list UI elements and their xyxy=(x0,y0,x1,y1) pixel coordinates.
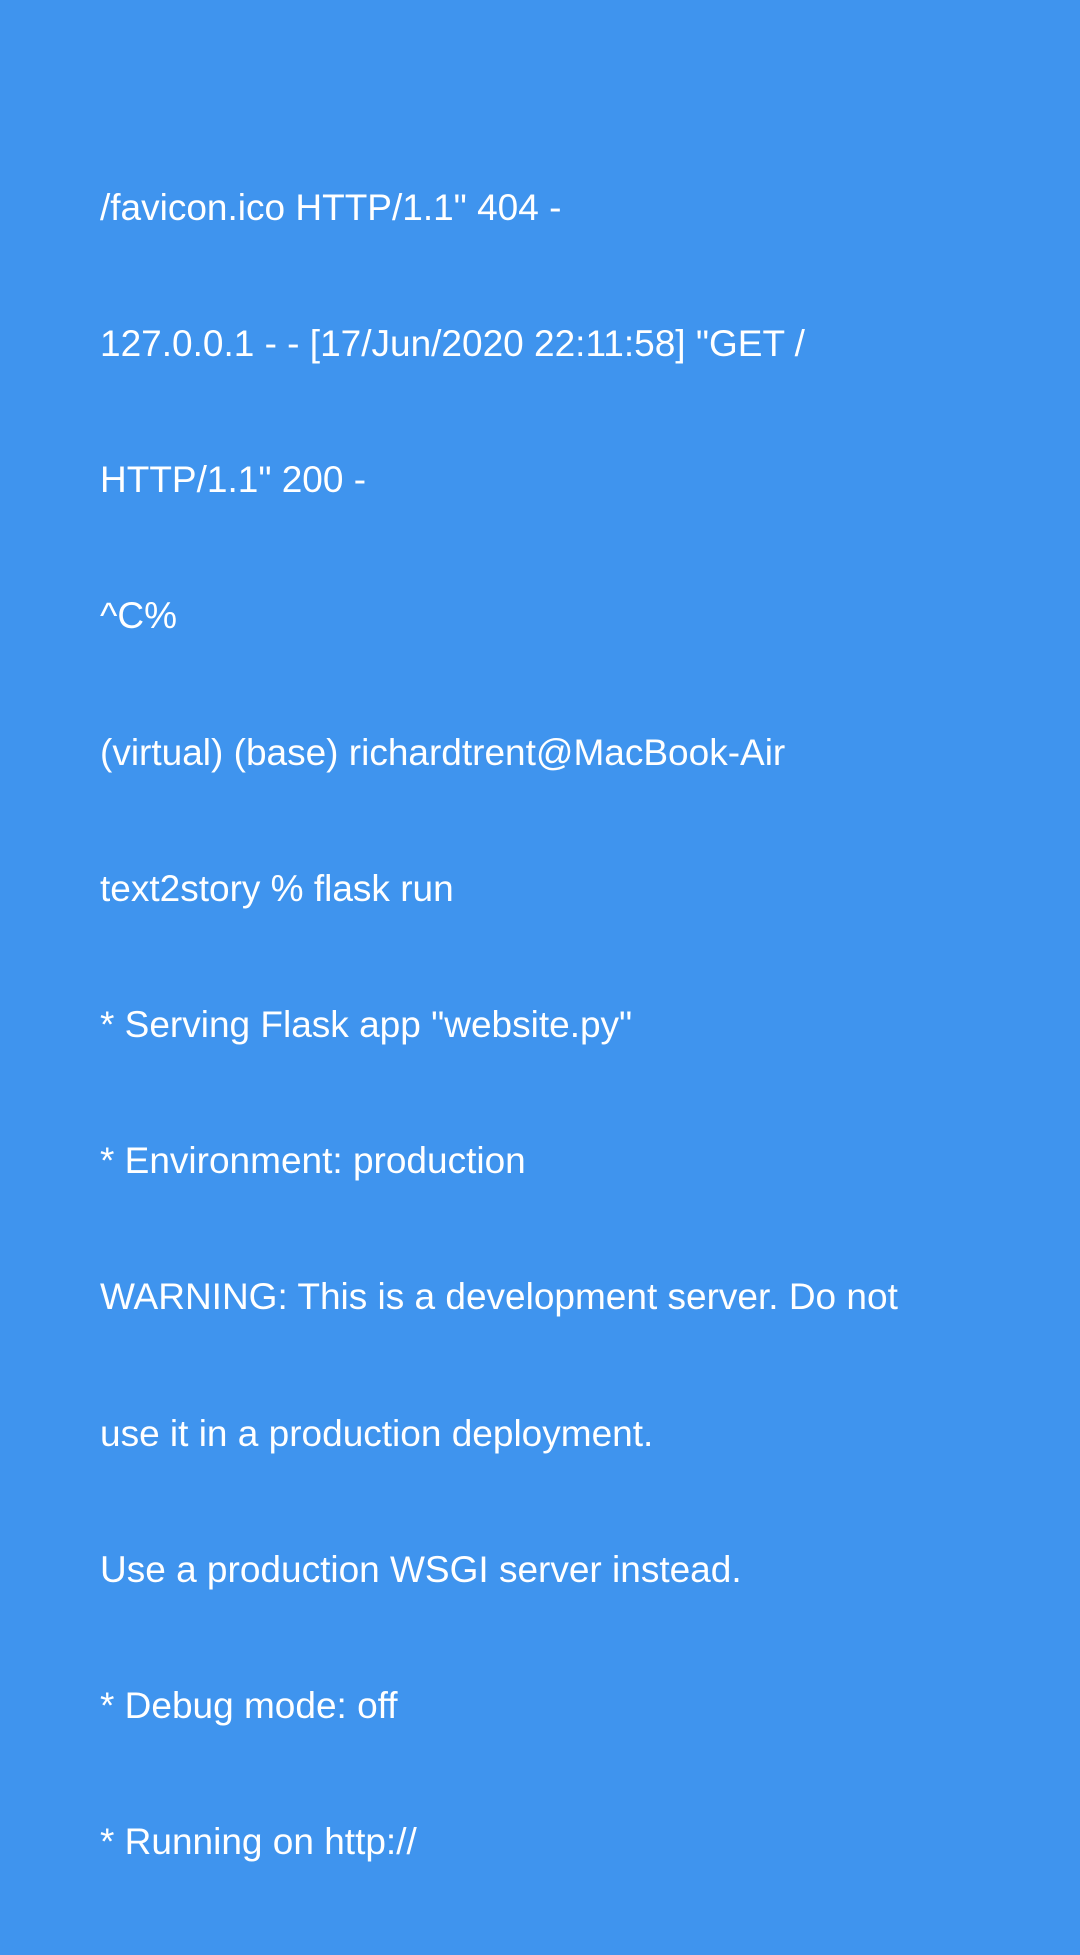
terminal-line-warning-continued: use it in a production deployment. xyxy=(100,1412,654,1454)
terminal-line-prompt-command: text2story % flask run xyxy=(100,867,454,909)
terminal-line-running-on: * Running on http:// xyxy=(100,1821,417,1863)
terminal-line-serving-app: * Serving Flask app "website.py" xyxy=(100,1004,633,1046)
terminal-window[interactable]: /favicon.ico HTTP/1.1" 404 - 127.0.0.1 -… xyxy=(0,0,1080,1862)
terminal-line-interrupt: ^C% xyxy=(100,595,177,637)
terminal-line-wsgi-advice: Use a production WSGI server instead. xyxy=(100,1548,742,1590)
terminal-line-prompt-host: (virtual) (base) richardtrent@MacBook-Ai… xyxy=(100,731,786,773)
terminal-line-environment: * Environment: production xyxy=(100,1140,526,1182)
terminal-line-request-favicon: /favicon.ico HTTP/1.1" 404 - xyxy=(100,186,562,228)
terminal-line-request-get: 127.0.0.1 - - [17/Jun/2020 22:11:58] "GE… xyxy=(100,323,805,365)
terminal-line-warning: WARNING: This is a development server. D… xyxy=(100,1276,898,1318)
terminal-line-debug-mode: * Debug mode: off xyxy=(100,1685,398,1727)
terminal-line-response-status: HTTP/1.1" 200 - xyxy=(100,459,367,501)
terminal-output[interactable]: /favicon.ico HTTP/1.1" 404 - 127.0.0.1 -… xyxy=(100,94,1000,1955)
